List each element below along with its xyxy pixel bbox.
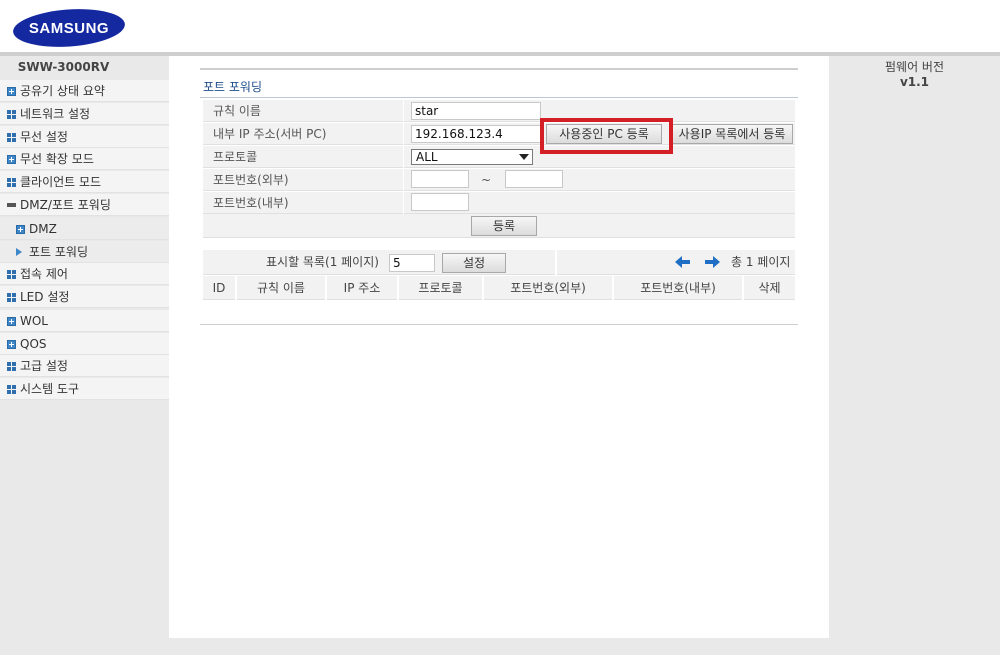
column-divider [403, 146, 404, 168]
rule-name-input[interactable] [411, 102, 541, 120]
sidebar-item-led-settings[interactable]: LED 설정 [0, 286, 169, 308]
sidebar-item-label: 무선 확장 모드 [20, 152, 94, 166]
column-header-ip-address: IP 주소 [327, 276, 399, 300]
model-name: SWW-3000RV [17, 60, 110, 74]
display-count-label: 표시할 목록(1 페이지) [266, 255, 379, 269]
bottom-divider [200, 324, 798, 325]
external-port-end-input[interactable] [505, 170, 563, 188]
external-port-label: 포트번호(외부) [213, 173, 289, 187]
port-forwarding-table-header: ID 규칙 이름 IP 주소 프로토콜 포트번호(외부) 포트번호(내부) 삭제 [203, 276, 795, 300]
firmware-label: 펌웨어 버전 [884, 60, 944, 74]
external-port-start-input[interactable] [411, 170, 469, 188]
grid-icon [7, 362, 16, 371]
sidebar-item-system-tools[interactable]: 시스템 도구 [0, 378, 169, 400]
samsung-logo: SAMSUNG [13, 9, 125, 47]
external-port-row: 포트번호(외부) ~ [203, 169, 795, 191]
sidebar-item-advanced-settings[interactable]: 고급 설정 [0, 355, 169, 377]
column-header-rule-name: 규칙 이름 [237, 276, 327, 300]
grid-icon [7, 270, 16, 279]
sidebar-item-wol[interactable]: WOL [0, 310, 169, 332]
column-divider [403, 169, 404, 191]
chevron-down-icon [519, 154, 529, 160]
firmware-version: v1.1 [899, 75, 930, 89]
plus-square-icon [7, 340, 16, 349]
sidebar-item-network-settings[interactable]: 네트워크 설정 [0, 103, 169, 125]
brand-name: SAMSUNG [29, 20, 109, 37]
top-divider [200, 68, 798, 70]
grid-icon [7, 293, 16, 302]
sidebar-item-label: 접속 제어 [20, 267, 68, 281]
grid-icon [7, 133, 16, 142]
set-display-count-button[interactable]: 설정 [442, 253, 506, 273]
column-divider [403, 100, 404, 122]
internal-port-input[interactable] [411, 193, 469, 211]
sidebar-item-label: QOS [20, 337, 47, 351]
highlight-box [540, 118, 673, 154]
rule-name-row: 규칙 이름 [203, 100, 795, 122]
sidebar-item-wireless-settings[interactable]: 무선 설정 [0, 126, 169, 148]
sidebar-item-wireless-extender[interactable]: 무선 확장 모드 [0, 148, 169, 170]
sidebar-item-label: 시스템 도구 [20, 382, 80, 396]
title-divider [200, 97, 798, 98]
sidebar-item-label: DMZ [29, 222, 57, 236]
internal-port-label: 포트번호(내부) [213, 196, 289, 210]
sidebar-item-label: WOL [20, 314, 48, 328]
grid-icon [7, 385, 16, 394]
column-header-delete: 삭제 [758, 281, 781, 295]
sidebar-item-label: 네트워크 설정 [20, 107, 91, 121]
sidebar-item-label: 포트 포워딩 [29, 245, 89, 259]
firmware-info: 펌웨어 버전 v1.1 [829, 56, 1000, 96]
register-button[interactable]: 등록 [471, 216, 537, 236]
column-header-id: ID [203, 276, 237, 300]
sidebar-item-client-mode[interactable]: 클라이언트 모드 [0, 171, 169, 193]
minus-icon [7, 203, 16, 207]
sidebar-item-label: 공유기 상태 요약 [20, 84, 105, 98]
column-header-external-port: 포트번호(외부) [484, 276, 614, 300]
column-header-internal-port: 포트번호(내부) [614, 276, 744, 300]
sidebar-item-qos[interactable]: QOS [0, 333, 169, 355]
column-header-protocol: 프로토콜 [399, 276, 484, 300]
sidebar-item-label: 클라이언트 모드 [20, 175, 102, 189]
arrow-left-icon[interactable] [675, 256, 691, 268]
protocol-select[interactable]: ALL [411, 149, 533, 165]
main-content: 포트 포워딩 규칙 이름 내부 IP 주소(서버 PC) 사용중인 PC 등록 … [169, 56, 829, 638]
plus-square-icon [7, 87, 16, 96]
sidebar-item-label: DMZ/포트 포워딩 [20, 198, 111, 212]
internal-port-row: 포트번호(내부) [203, 192, 795, 214]
column-divider [403, 123, 404, 145]
plus-square-icon [16, 225, 25, 234]
header: SAMSUNG [0, 0, 1000, 52]
plus-square-icon [7, 155, 16, 164]
sidebar-item-label: 무선 설정 [20, 130, 68, 144]
sidebar-item-status-summary[interactable]: 공유기 상태 요약 [0, 80, 169, 102]
column-divider [403, 192, 404, 214]
sidebar: SWW-3000RV 공유기 상태 요약 네트워크 설정 무선 설정 무선 확장… [0, 56, 169, 655]
page-info: 총 1 페이지 [731, 255, 791, 269]
display-count-input[interactable] [389, 254, 435, 272]
internal-ip-row: 내부 IP 주소(서버 PC) 사용중인 PC 등록 사용IP 목록에서 등록 [203, 123, 795, 145]
plus-square-icon [7, 317, 16, 326]
sidebar-subitem-dmz[interactable]: DMZ [0, 218, 169, 240]
column-divider [555, 250, 557, 275]
internal-ip-input[interactable] [411, 125, 541, 143]
page-title: 포트 포워딩 [203, 80, 263, 94]
sidebar-item-access-control[interactable]: 접속 제어 [0, 263, 169, 285]
port-range-separator: ~ [481, 173, 492, 187]
rule-name-label: 규칙 이름 [213, 104, 261, 118]
arrow-right-icon[interactable] [704, 256, 720, 268]
grid-icon [7, 110, 16, 119]
protocol-row: 프로토콜 ALL [203, 146, 795, 168]
protocol-selected-value: ALL [416, 150, 438, 164]
arrow-right-icon [16, 248, 22, 256]
list-controls: 표시할 목록(1 페이지) 설정 총 1 페이지 [203, 250, 795, 275]
grid-icon [7, 178, 16, 187]
sidebar-item-label: 고급 설정 [20, 359, 68, 373]
sidebar-item-label: LED 설정 [20, 290, 70, 304]
register-row: 등록 [203, 214, 795, 238]
sidebar-item-dmz-port-forwarding[interactable]: DMZ/포트 포워딩 [0, 194, 169, 216]
register-from-ip-list-button[interactable]: 사용IP 목록에서 등록 [671, 124, 793, 144]
protocol-label: 프로토콜 [213, 150, 258, 164]
sidebar-subitem-port-forwarding[interactable]: 포트 포워딩 [0, 241, 169, 263]
internal-ip-label: 내부 IP 주소(서버 PC) [213, 127, 327, 141]
